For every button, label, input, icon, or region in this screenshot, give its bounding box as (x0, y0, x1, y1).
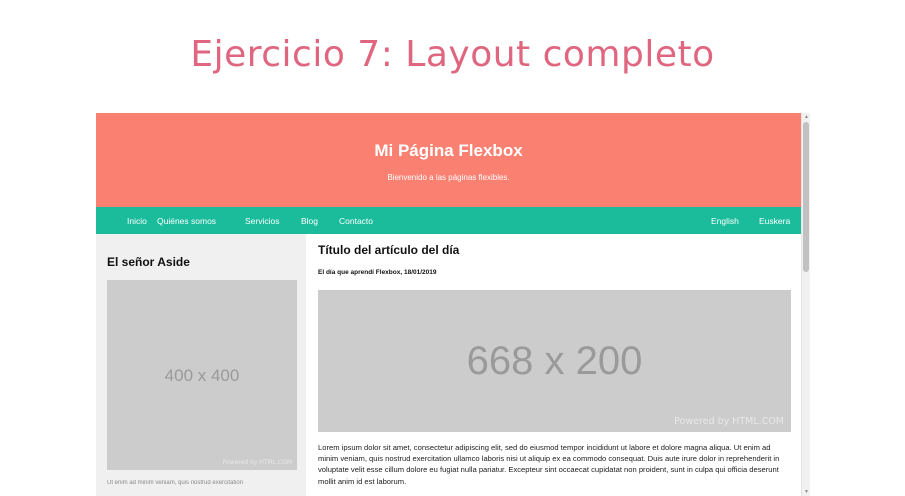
sidebar-aside: El señor Aside 400 x 400 Powered by HTML… (96, 234, 306, 496)
article-title: Título del artículo del día (318, 243, 460, 257)
nav-link-euskera[interactable]: Euskera (759, 216, 790, 226)
slide-title: Ejercicio 7: Layout completo (190, 34, 715, 75)
nav-link-blog[interactable]: Blog (301, 216, 318, 226)
site-title: Mi Página Flexbox (374, 141, 523, 160)
vertical-scrollbar[interactable]: ▲ ▼ (801, 113, 810, 496)
page-header: Mi Página Flexbox Bienvenido a las págin… (96, 113, 801, 207)
main-article: Título del artículo del día El día que a… (318, 234, 791, 496)
scroll-up-icon[interactable]: ▲ (802, 113, 810, 121)
browser-frame: Mi Página Flexbox Bienvenido a las págin… (96, 113, 810, 496)
nav-link-inicio[interactable]: Inicio (127, 216, 147, 226)
article-body: Lorem ipsum dolor sit amet, consectetur … (318, 443, 780, 486)
nav-link-contacto[interactable]: Contacto (339, 216, 373, 226)
scrollbar-thumb[interactable] (803, 122, 809, 272)
page-viewport: Mi Página Flexbox Bienvenido a las págin… (96, 113, 801, 496)
article-image-placeholder: 668 x 200 Powered by HTML.COM (318, 290, 791, 432)
nav-link-servicios[interactable]: Servicios (245, 216, 279, 226)
nav-link-english[interactable]: English (711, 216, 739, 226)
aside-image-placeholder: 400 x 400 Powered by HTML.COM (107, 280, 297, 470)
article-image-size-label: 668 x 200 (466, 339, 643, 383)
article-date: El día que aprendí Flexbox, 18/01/2019 (318, 269, 437, 276)
aside-title: El señor Aside (107, 255, 190, 269)
scroll-down-icon[interactable]: ▼ (802, 488, 810, 496)
site-subtitle: Bienvenido a las páginas flexibles. (387, 173, 510, 182)
aside-paragraph: Ut enim ad minim veniam, quis nostrud ex… (107, 480, 244, 486)
article-image-powered-label: Powered by HTML.COM (674, 416, 784, 427)
aside-image-powered-label: Powered by HTML.COM (222, 459, 292, 466)
main-nav: Inicio Quiénes somos Servicios Blog Cont… (96, 207, 801, 234)
aside-image-size-label: 400 x 400 (164, 366, 240, 385)
nav-link-quienes-somos[interactable]: Quiénes somos (157, 216, 216, 226)
